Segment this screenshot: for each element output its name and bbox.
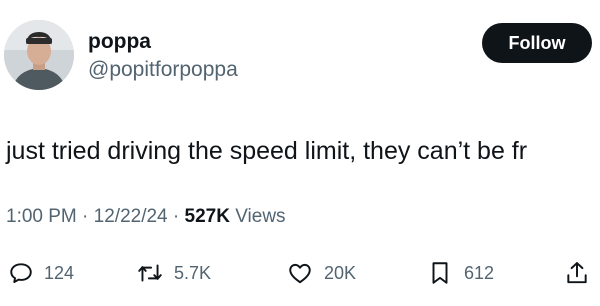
follow-button[interactable]: Follow: [482, 23, 592, 63]
like-icon: [286, 260, 314, 286]
bookmark-count: 612: [464, 262, 495, 283]
repost-count: 5.7K: [174, 262, 212, 283]
tweet-text: just tried driving the speed limit, they…: [6, 137, 528, 165]
reply-button[interactable]: 124: [8, 255, 74, 291]
share-icon: [564, 260, 590, 286]
reply-icon: [8, 260, 34, 286]
views-label: Views: [229, 206, 286, 227]
meta-separator: ·: [167, 206, 185, 227]
bookmark-icon: [428, 260, 452, 286]
views-count: 527K: [184, 206, 230, 227]
bookmark-button[interactable]: 612: [428, 255, 494, 291]
repost-button[interactable]: 5.7K: [136, 255, 211, 291]
like-count: 20K: [324, 262, 357, 283]
reply-count: 124: [44, 262, 75, 283]
meta-separator: ·: [76, 206, 94, 227]
action-bar: 124 5.7K 20K 612: [0, 255, 600, 291]
user-handle[interactable]: @popitforpoppa: [88, 58, 238, 82]
avatar[interactable]: [4, 20, 74, 90]
share-button[interactable]: [564, 255, 590, 291]
like-button[interactable]: 20K: [286, 255, 356, 291]
tweet-time[interactable]: 1:00 PM: [6, 206, 77, 227]
tweet-date[interactable]: 12/22/24: [94, 206, 168, 227]
display-name[interactable]: poppa: [88, 30, 151, 54]
tweet-card: poppa @popitforpoppa Follow just tried d…: [0, 0, 600, 306]
repost-icon: [136, 260, 164, 286]
tweet-meta: 1:00 PM · 12/22/24 · 527K Views: [6, 205, 286, 229]
